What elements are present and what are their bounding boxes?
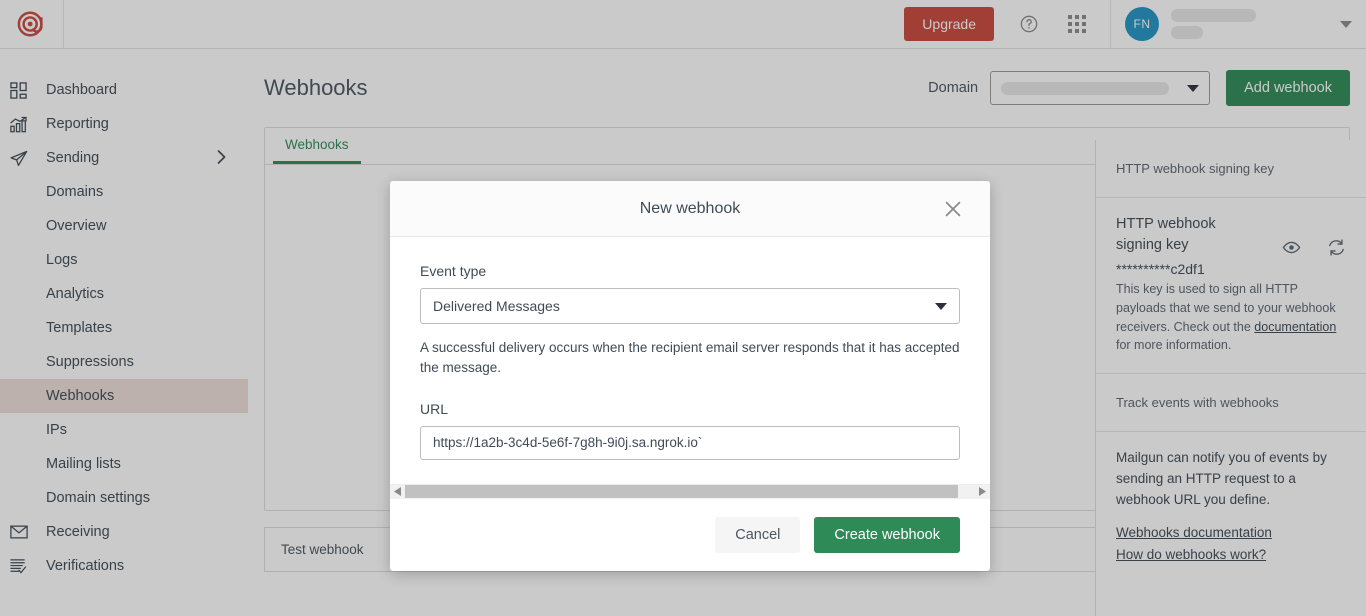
- modal-horizontal-scrollbar[interactable]: [390, 484, 990, 499]
- event-type-value: Delivered Messages: [433, 298, 560, 314]
- scroll-right-arrow-icon[interactable]: [975, 484, 990, 499]
- url-input[interactable]: [420, 426, 960, 460]
- scroll-left-arrow-icon[interactable]: [390, 484, 405, 499]
- chevron-down-icon: [935, 303, 947, 310]
- url-label: URL: [420, 401, 960, 417]
- scrollbar-track[interactable]: [405, 485, 975, 498]
- event-type-label: Event type: [420, 263, 960, 279]
- modal-body: Event type Delivered Messages A successf…: [390, 237, 990, 460]
- modal-footer: Cancel Create webhook: [390, 499, 990, 571]
- app-root: Upgrade FN: [0, 0, 1366, 616]
- create-webhook-button[interactable]: Create webhook: [814, 517, 960, 553]
- cancel-button[interactable]: Cancel: [715, 517, 800, 553]
- event-type-help-text: A successful delivery occurs when the re…: [420, 338, 960, 379]
- scrollbar-thumb[interactable]: [405, 485, 958, 498]
- modal-header: New webhook: [390, 181, 990, 237]
- close-icon[interactable]: [942, 198, 964, 220]
- event-type-select[interactable]: Delivered Messages: [420, 288, 960, 324]
- new-webhook-modal: New webhook Event type Delivered Message…: [390, 181, 990, 571]
- modal-title: New webhook: [640, 200, 741, 218]
